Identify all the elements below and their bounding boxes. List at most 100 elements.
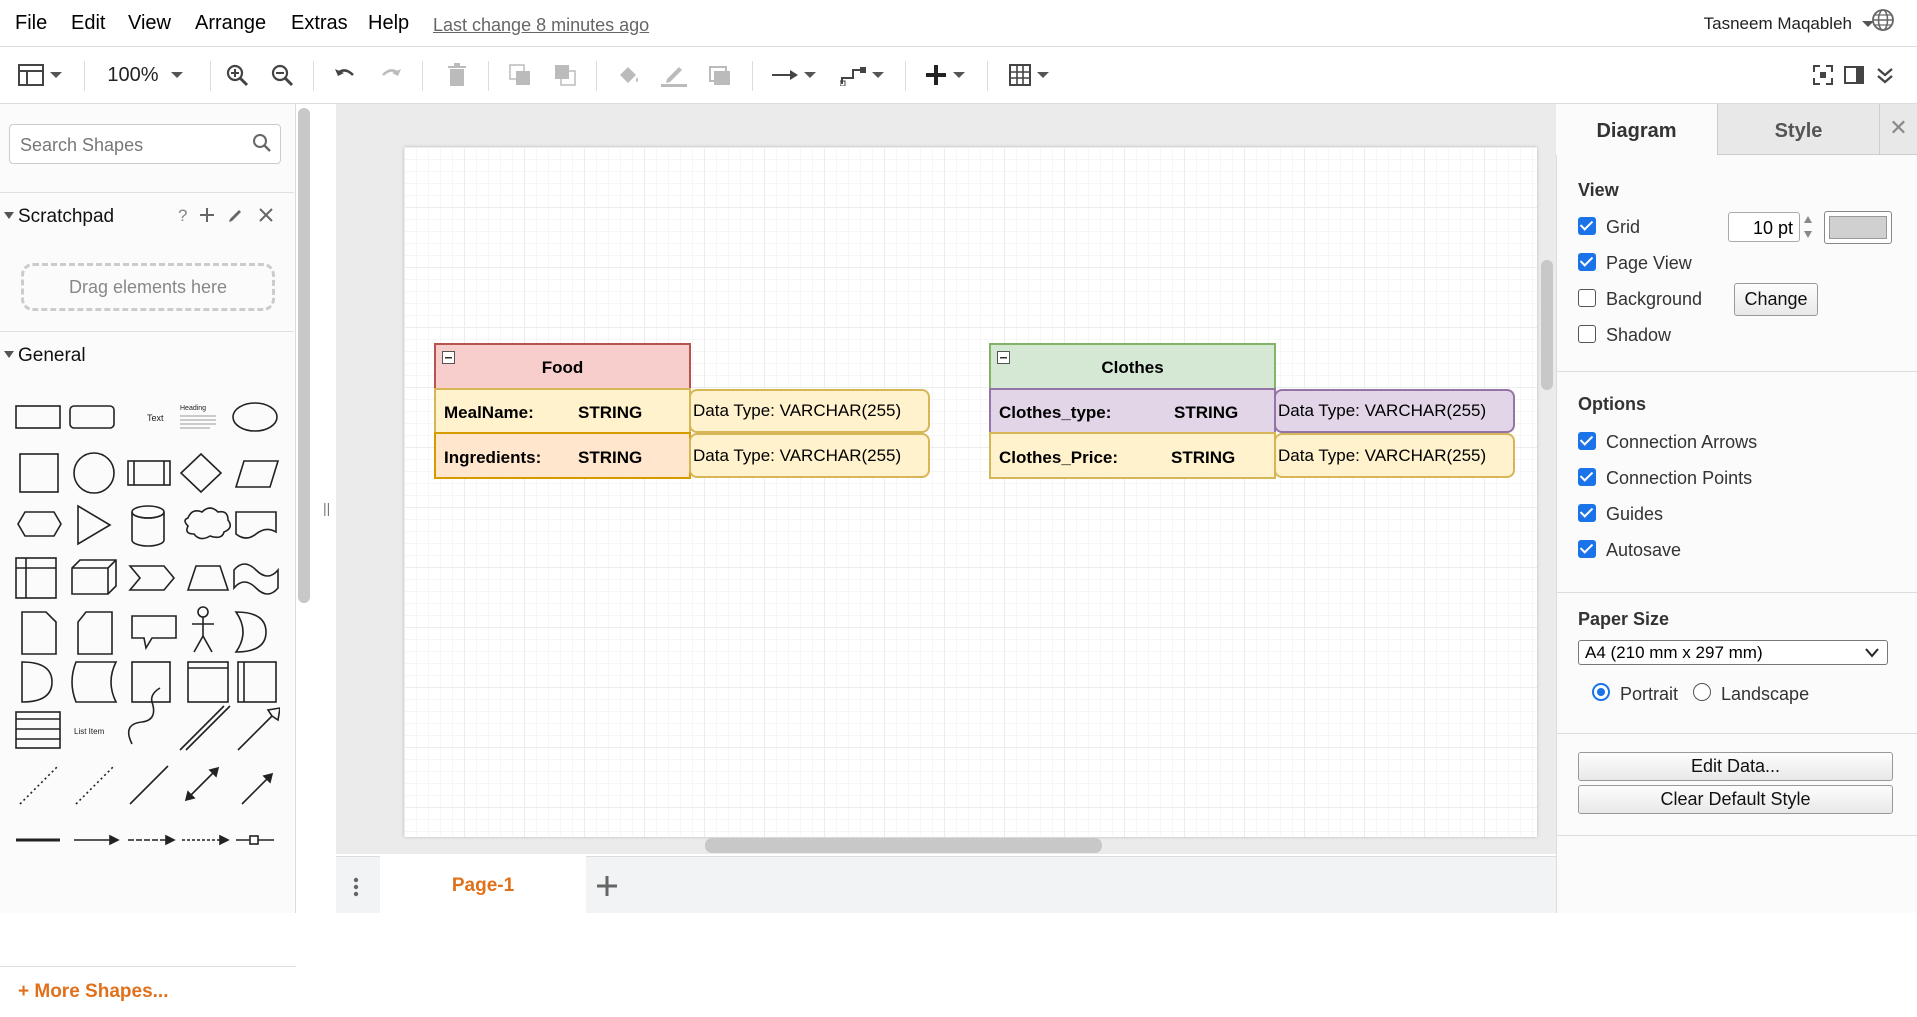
scratchpad-header[interactable]: Scratchpad ? xyxy=(0,192,294,238)
food-table-header[interactable]: Food xyxy=(434,343,691,390)
to-front-button[interactable] xyxy=(505,57,535,93)
splitter-handle-icon[interactable]: || xyxy=(323,500,330,516)
clothes-type-datatype[interactable]: Data Type: VARCHAR(255) xyxy=(1274,389,1515,433)
food-title: Food xyxy=(541,358,584,377)
tab-style[interactable]: Style xyxy=(1717,104,1879,155)
to-front-icon xyxy=(509,64,530,85)
menu-view[interactable]: View xyxy=(128,12,171,35)
line-color-button[interactable] xyxy=(659,57,689,93)
food-row-mealname[interactable]: MealName: STRING xyxy=(434,388,691,434)
menu-extras[interactable]: Extras xyxy=(291,12,348,35)
connection-style-dropdown[interactable] xyxy=(768,57,820,93)
portrait-radio[interactable] xyxy=(1592,683,1610,701)
redo-button[interactable] xyxy=(376,57,406,93)
close-icon[interactable] xyxy=(259,208,273,222)
list-item-shape-label: List Item xyxy=(74,727,105,736)
scratchpad-dropzone[interactable]: Drag elements here xyxy=(21,263,275,311)
plus-icon xyxy=(926,65,946,85)
add-page-icon[interactable] xyxy=(596,875,618,897)
general-shapes-grid[interactable]: Text Heading List Item xyxy=(10,394,280,934)
clothes-price-datatype[interactable]: Data Type: VARCHAR(255) xyxy=(1274,433,1515,478)
diagram-page[interactable]: Food MealName: STRING Ingredients: STRIN… xyxy=(404,147,1537,837)
canvas-vertical-scrollbar[interactable] xyxy=(1541,260,1553,390)
zoom-level: 100% xyxy=(107,63,159,86)
change-background-button[interactable]: Change xyxy=(1734,283,1818,316)
page-view-checkbox[interactable] xyxy=(1578,253,1596,271)
grid-label: Grid xyxy=(1606,217,1641,237)
clothes-title: Clothes xyxy=(1101,358,1164,377)
collapse-toolbar-button[interactable] xyxy=(1871,57,1899,93)
clothes-table-header[interactable]: Clothes xyxy=(989,343,1276,390)
shadow-icon xyxy=(709,66,730,85)
fullscreen-button[interactable] xyxy=(1809,57,1837,93)
zoom-in-button[interactable] xyxy=(222,57,252,93)
clothes-row-type[interactable]: Clothes_type: STRING xyxy=(989,388,1276,434)
edit-data-button[interactable]: Edit Data... xyxy=(1578,752,1893,781)
portrait-label: Portrait xyxy=(1620,684,1679,704)
table-icon xyxy=(1009,64,1031,86)
autosave-checkbox[interactable] xyxy=(1578,540,1596,558)
undo-button[interactable] xyxy=(330,57,360,93)
food-row-ingredients[interactable]: Ingredients: STRING xyxy=(434,432,691,479)
format-panel-button[interactable] xyxy=(1840,57,1868,93)
fill-color-button[interactable] xyxy=(613,57,643,93)
paper-size-select[interactable]: A4 (210 mm x 297 mm) xyxy=(1578,640,1888,665)
edit-icon[interactable] xyxy=(228,207,244,223)
general-header[interactable]: General xyxy=(0,331,294,377)
shadow-checkbox[interactable] xyxy=(1578,325,1596,343)
close-panel-icon[interactable]: ✕ xyxy=(1879,104,1917,155)
shapes-scrollbar[interactable] xyxy=(298,108,310,603)
zoom-dropdown[interactable]: 100% xyxy=(100,57,190,93)
waypoints-dropdown[interactable] xyxy=(836,57,888,93)
page-tab[interactable]: Page-1 xyxy=(380,856,586,913)
food-mealname-datatype[interactable]: Data Type: VARCHAR(255) xyxy=(689,389,930,433)
menu-file[interactable]: File xyxy=(15,12,47,35)
pencil-icon xyxy=(661,67,687,87)
menu-help[interactable]: Help xyxy=(368,12,409,35)
connection-arrows-label: Connection Arrows xyxy=(1606,432,1758,452)
search-icon[interactable] xyxy=(252,133,272,153)
help-icon[interactable]: ? xyxy=(178,206,187,226)
undo-icon xyxy=(335,69,354,76)
to-back-icon xyxy=(555,65,576,86)
arrow-right-icon xyxy=(772,70,798,80)
scratchpad-title: Scratchpad xyxy=(18,206,115,227)
zoom-out-icon xyxy=(271,64,294,87)
food-ingredients-datatype[interactable]: Data Type: VARCHAR(255) xyxy=(689,433,930,478)
table-dropdown[interactable] xyxy=(1003,57,1055,93)
clear-default-style-button[interactable]: Clear Default Style xyxy=(1578,785,1893,814)
landscape-radio[interactable] xyxy=(1693,683,1711,701)
search-input[interactable]: Search Shapes xyxy=(9,124,281,164)
last-change-link[interactable]: Last change 8 minutes ago xyxy=(433,15,649,36)
shadow-button[interactable] xyxy=(705,57,735,93)
text-shape-label: Text xyxy=(147,413,164,423)
clothes-row-price[interactable]: Clothes_Price: STRING xyxy=(989,432,1276,479)
spinner-icon[interactable] xyxy=(1802,213,1814,241)
user-name[interactable]: Tasneem Maqableh xyxy=(1704,14,1852,34)
more-shapes-button[interactable]: + More Shapes... xyxy=(0,966,296,1017)
tab-diagram[interactable]: Diagram xyxy=(1556,104,1717,155)
globe-icon[interactable] xyxy=(1871,8,1895,32)
to-back-button[interactable] xyxy=(550,57,580,93)
insert-dropdown[interactable] xyxy=(920,57,970,93)
menu-edit[interactable]: Edit xyxy=(71,12,105,35)
connection-arrows-checkbox[interactable] xyxy=(1578,432,1596,450)
autosave-label: Autosave xyxy=(1606,540,1682,560)
trash-icon xyxy=(448,63,466,86)
paper-size-value: A4 (210 mm x 297 mm) xyxy=(1585,643,1763,662)
fullscreen-icon xyxy=(1813,65,1833,85)
connection-points-checkbox[interactable] xyxy=(1578,468,1596,486)
canvas-horizontal-scrollbar[interactable] xyxy=(705,838,1102,853)
grid-color-picker[interactable] xyxy=(1824,211,1892,244)
background-checkbox[interactable] xyxy=(1578,289,1596,307)
grid-checkbox[interactable] xyxy=(1578,217,1596,235)
zoom-out-button[interactable] xyxy=(267,57,297,93)
add-icon[interactable] xyxy=(200,208,214,222)
grid-size-input[interactable]: 10 pt xyxy=(1728,212,1800,242)
page-menu-icon[interactable] xyxy=(353,877,359,897)
menu-arrange[interactable]: Arrange xyxy=(195,12,266,35)
guides-checkbox[interactable] xyxy=(1578,504,1596,522)
general-title: General xyxy=(18,345,86,366)
delete-button[interactable] xyxy=(442,57,472,93)
format-panel-toggle[interactable] xyxy=(14,57,66,93)
